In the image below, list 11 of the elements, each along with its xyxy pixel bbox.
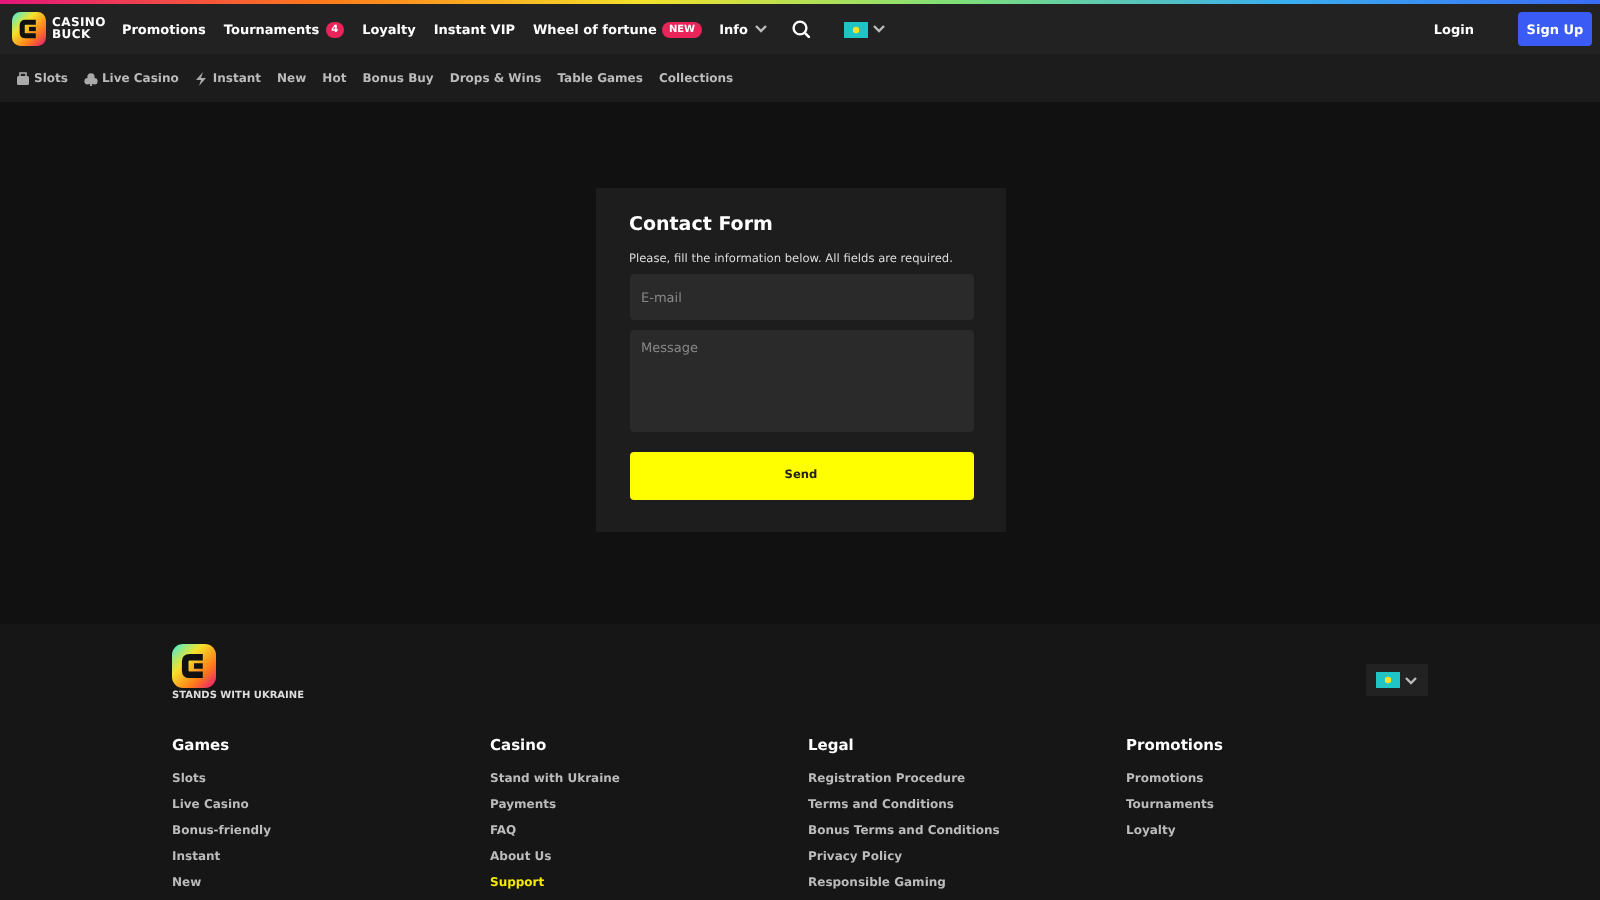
flag-icon bbox=[1376, 672, 1400, 688]
clover-icon bbox=[83, 71, 98, 85]
flag-icon[interactable] bbox=[843, 21, 868, 37]
search-icon[interactable] bbox=[791, 20, 810, 38]
language-selector[interactable] bbox=[1366, 664, 1428, 696]
caret-icon bbox=[871, 24, 886, 34]
form-title: Contact Form bbox=[629, 214, 775, 236]
lightning-icon bbox=[194, 71, 209, 85]
caret-icon bbox=[1404, 675, 1418, 685]
logo-icon bbox=[12, 12, 46, 46]
logo-icon bbox=[172, 644, 216, 688]
